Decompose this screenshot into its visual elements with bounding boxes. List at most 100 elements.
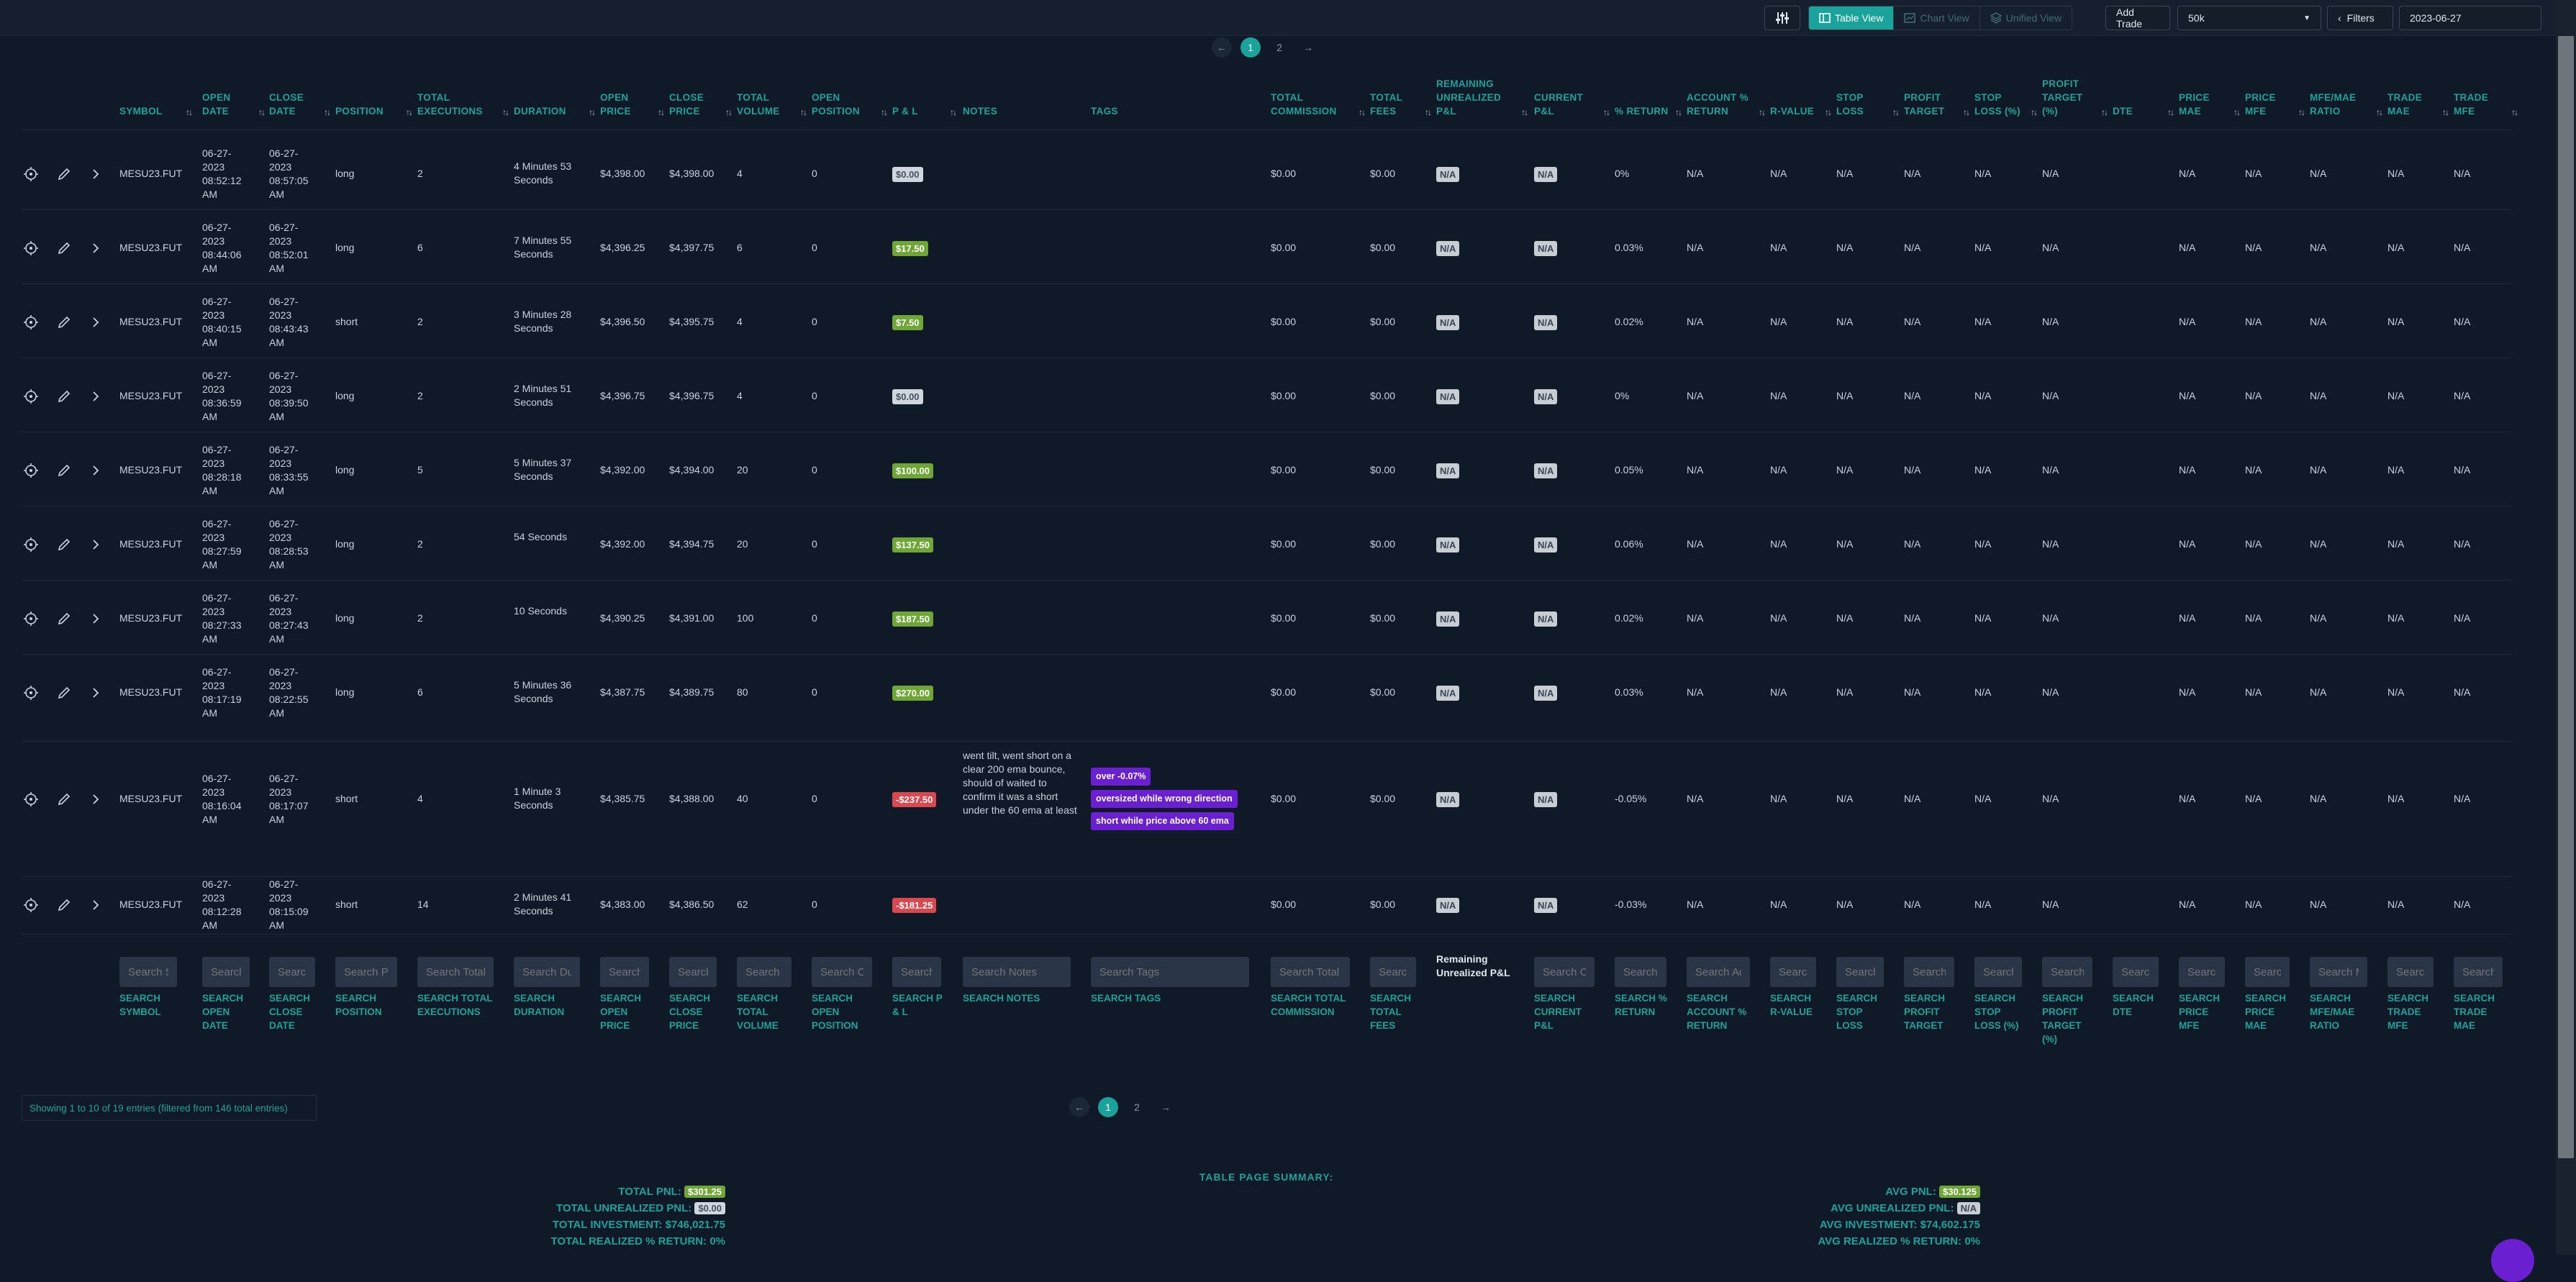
chat-button[interactable] (2491, 1239, 2534, 1282)
filters-button[interactable]: ‹ Filters (2327, 6, 2393, 30)
date-input[interactable]: 2023-06-27 (2399, 6, 2541, 30)
column-header[interactable]: TAGS (1091, 72, 1266, 128)
column-search-input[interactable] (417, 957, 494, 987)
sort-icon[interactable]: ↑↓ (2442, 106, 2449, 119)
sort-icon[interactable]: ↑↓ (2167, 106, 2174, 119)
sort-icon[interactable]: ↑↓ (186, 106, 193, 119)
expand-chevron-icon[interactable] (88, 314, 104, 330)
expand-chevron-icon[interactable] (88, 685, 104, 701)
column-search-input[interactable] (119, 957, 177, 987)
sort-icon[interactable]: ↑↓ (2511, 106, 2518, 119)
column-header[interactable]: STOP LOSS ↑↓ (1836, 72, 1901, 128)
column-search-input[interactable] (1091, 957, 1249, 987)
sort-icon[interactable]: ↑↓ (258, 106, 266, 119)
column-header[interactable]: TOTAL VOLUME ↑↓ (737, 72, 809, 128)
column-header[interactable]: CURRENT P&L ↑↓ (1534, 72, 1612, 128)
expand-chevron-icon[interactable] (88, 166, 104, 182)
edit-pencil-icon[interactable] (56, 897, 72, 913)
edit-pencil-icon[interactable] (56, 611, 72, 627)
column-header[interactable]: OPEN DATE ↑↓ (202, 72, 267, 128)
sort-icon[interactable]: ↑↓ (2031, 106, 2038, 119)
column-header[interactable]: POSITION ↑↓ (335, 72, 414, 128)
column-header[interactable]: % RETURN ↑↓ (1615, 72, 1684, 128)
column-search-input[interactable] (202, 957, 250, 987)
row-select-icon[interactable] (23, 611, 39, 627)
unified-view-button[interactable]: Unified View (1979, 6, 2072, 29)
column-header[interactable]: SYMBOL ↑↓ (119, 72, 194, 128)
sort-icon[interactable]: ↑↓ (2101, 106, 2108, 119)
column-search-input[interactable] (269, 957, 315, 987)
column-search-input[interactable] (335, 957, 397, 987)
sort-icon[interactable]: ↑↓ (2298, 106, 2305, 119)
column-header[interactable]: TOTAL FEES ↑↓ (1370, 72, 1433, 128)
column-header[interactable]: PRICE MAE ↑↓ (2179, 72, 2242, 128)
edit-pencil-icon[interactable] (56, 463, 72, 478)
sort-icon[interactable]: ↑↓ (589, 106, 596, 119)
expand-chevron-icon[interactable] (88, 537, 104, 553)
column-header[interactable]: OPEN POSITION ↑↓ (812, 72, 889, 128)
page-1-button[interactable]: 1 (1098, 1097, 1118, 1117)
column-search-input[interactable] (2387, 957, 2434, 987)
sort-icon[interactable]: ↑↓ (1892, 106, 1900, 119)
prev-page-button[interactable]: ← (1069, 1097, 1089, 1117)
column-header[interactable]: ACCOUNT % RETURN ↑↓ (1687, 72, 1767, 128)
sort-icon[interactable]: ↑↓ (1825, 106, 1832, 119)
edit-pencil-icon[interactable] (56, 240, 72, 256)
add-trade-button[interactable]: Add Trade (2105, 6, 2170, 30)
column-search-input[interactable] (1534, 957, 1595, 987)
account-select[interactable]: 50k ▼ (2177, 6, 2321, 30)
scrollbar-thumb[interactable] (2558, 36, 2574, 1158)
row-select-icon[interactable] (23, 388, 39, 404)
column-header[interactable]: OPEN PRICE ↑↓ (600, 72, 666, 128)
chart-view-button[interactable]: Chart View (1893, 6, 1979, 29)
column-header[interactable]: DURATION ↑↓ (514, 72, 597, 128)
sort-icon[interactable]: ↑↓ (725, 106, 733, 119)
next-page-button[interactable]: → (1156, 1097, 1176, 1117)
sort-icon[interactable]: ↑↓ (658, 106, 665, 119)
column-search-input[interactable] (812, 957, 872, 987)
row-select-icon[interactable] (23, 791, 39, 807)
sort-icon[interactable]: ↑↓ (406, 106, 413, 119)
table-view-button[interactable]: Table View (1809, 6, 1894, 29)
sort-icon[interactable]: ↑↓ (1425, 106, 1432, 119)
sort-icon[interactable]: ↑↓ (1603, 106, 1610, 119)
edit-pencil-icon[interactable] (56, 685, 72, 701)
row-select-icon[interactable] (23, 166, 39, 182)
column-search-input[interactable] (600, 957, 649, 987)
row-select-icon[interactable] (23, 463, 39, 478)
sort-icon[interactable]: ↑↓ (800, 106, 807, 119)
tag-badge[interactable]: over -0.07% (1091, 768, 1151, 786)
column-search-input[interactable] (892, 957, 941, 987)
column-header[interactable]: STOP LOSS (%) ↑↓ (1974, 72, 2039, 128)
column-header[interactable]: TRADE MFE ↑↓ (2454, 72, 2520, 128)
column-search-input[interactable] (1974, 957, 2022, 987)
prev-page-button[interactable]: ← (1212, 37, 1232, 58)
column-search-input[interactable] (2245, 957, 2290, 987)
column-search-input[interactable] (1904, 957, 1954, 987)
sort-icon[interactable]: ↑↓ (2376, 106, 2383, 119)
column-header[interactable]: MFE/MAE RATIO ↑↓ (2310, 72, 2385, 128)
expand-chevron-icon[interactable] (88, 388, 104, 404)
edit-pencil-icon[interactable] (56, 166, 72, 182)
column-search-input[interactable] (737, 957, 792, 987)
column-search-input[interactable] (1770, 957, 1816, 987)
row-select-icon[interactable] (23, 685, 39, 701)
column-header[interactable]: CLOSE PRICE ↑↓ (669, 72, 734, 128)
row-select-icon[interactable] (23, 240, 39, 256)
sort-icon[interactable]: ↑↓ (502, 106, 509, 119)
edit-pencil-icon[interactable] (56, 388, 72, 404)
column-search-input[interactable] (1687, 957, 1750, 987)
sort-icon[interactable]: ↑↓ (324, 106, 331, 119)
edit-pencil-icon[interactable] (56, 537, 72, 553)
sort-icon[interactable]: ↑↓ (950, 106, 957, 119)
edit-pencil-icon[interactable] (56, 314, 72, 330)
column-header[interactable]: REMAINING UNREALIZED P&L ↑↓ (1436, 72, 1530, 128)
column-header[interactable]: TOTAL EXECUTIONS ↑↓ (417, 72, 511, 128)
column-header[interactable]: PRICE MFE ↑↓ (2245, 72, 2307, 128)
column-search-input[interactable] (2310, 957, 2367, 987)
row-select-icon[interactable] (23, 897, 39, 913)
column-header[interactable]: P & L ↑↓ (892, 72, 958, 128)
column-header[interactable]: TOTAL COMMISSION ↑↓ (1271, 72, 1367, 128)
column-search-input[interactable] (2454, 957, 2503, 987)
column-header[interactable]: PROFIT TARGET ↑↓ (1904, 72, 1972, 128)
